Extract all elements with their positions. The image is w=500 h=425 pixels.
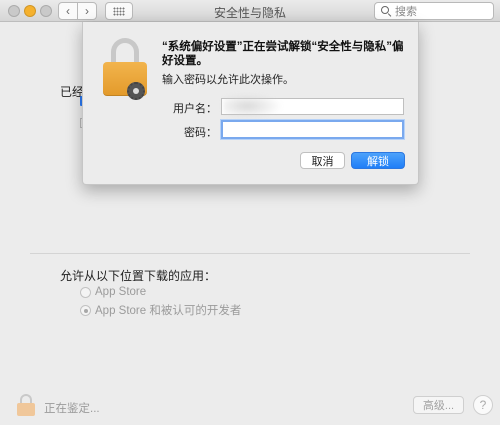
- radio-label: App Store: [95, 286, 147, 298]
- help-button[interactable]: ?: [473, 395, 493, 415]
- title-bar: ‹ › 安全性与隐私 搜索: [0, 0, 500, 22]
- authentication-status: 正在鉴定...: [44, 403, 100, 415]
- password-field[interactable]: [221, 120, 404, 139]
- lock-icon[interactable]: [17, 394, 35, 416]
- radio-button[interactable]: [80, 286, 91, 298]
- password-label: 密码：: [184, 127, 217, 139]
- lock-icon: [103, 38, 149, 100]
- search-field[interactable]: 搜索: [374, 2, 494, 20]
- gear-icon: [127, 82, 145, 100]
- dialog-subtitle: 输入密码以允许此次操作。: [162, 74, 294, 86]
- unlock-button[interactable]: 解锁: [351, 152, 405, 169]
- radio-label: App Store 和被认可的开发者: [95, 305, 242, 317]
- radio-app-store[interactable]: App Store: [80, 286, 146, 298]
- search-icon: [381, 6, 391, 16]
- dialog-title: “系统偏好设置”正在尝试解锁“安全性与隐私”偏好设置。: [162, 41, 404, 67]
- bottom-bar: 正在鉴定... 高级... ?: [0, 390, 500, 425]
- advanced-button[interactable]: 高级...: [413, 396, 464, 414]
- allow-apps-label: 允许从以下位置下载的应用：: [60, 269, 217, 283]
- divider: [30, 253, 470, 254]
- radio-identified-developers[interactable]: App Store 和被认可的开发者: [80, 302, 241, 318]
- username-label: 用户名：: [173, 103, 217, 115]
- authentication-dialog: “系统偏好设置”正在尝试解锁“安全性与隐私”偏好设置。 输入密码以允许此次操作。…: [82, 22, 419, 185]
- redaction-blur: [223, 93, 283, 119]
- cancel-button[interactable]: 取消: [300, 152, 345, 169]
- radio-button[interactable]: [80, 304, 91, 316]
- search-placeholder: 搜索: [395, 6, 417, 18]
